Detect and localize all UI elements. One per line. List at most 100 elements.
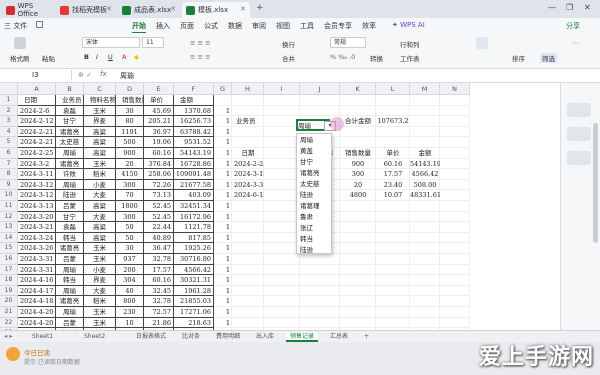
row-header[interactable]: 7 bbox=[0, 158, 18, 170]
helper-cell[interactable]: 1 bbox=[214, 265, 232, 276]
sheet-tab[interactable]: 比对条 bbox=[178, 332, 204, 342]
lookup-label[interactable]: 业务员 bbox=[232, 116, 264, 127]
table-cell[interactable]: 40.89 bbox=[144, 232, 174, 244]
column-header-c[interactable]: C bbox=[84, 83, 116, 95]
table-cell[interactable]: 2024-3-31 bbox=[18, 264, 56, 276]
side-table-cell[interactable]: 54143.19 bbox=[410, 159, 440, 170]
side-table-cell[interactable]: 17.57 bbox=[376, 169, 410, 180]
table-cell[interactable]: 9531.52 bbox=[174, 137, 214, 148]
table-cell[interactable]: 21677.58 bbox=[174, 179, 214, 191]
close-window-button[interactable]: ✕ bbox=[584, 3, 591, 12]
row-header[interactable]: 17 bbox=[0, 264, 18, 276]
table-cell[interactable]: 4566.42 bbox=[174, 264, 214, 276]
empty-cell[interactable] bbox=[264, 116, 300, 127]
empty-cell[interactable] bbox=[232, 254, 264, 265]
more-options-icon[interactable]: ⋯ bbox=[572, 39, 579, 47]
row-header[interactable]: 14 bbox=[0, 232, 18, 244]
spreadsheet-grid[interactable]: ABCDEFGHIJKLMN 1 2 3 4 5 6 7 8 9 10 11 12 13 14 15 16 17… bbox=[0, 83, 560, 338]
table-cell[interactable]: 韩当 bbox=[56, 232, 84, 244]
empty-cell[interactable] bbox=[300, 105, 340, 117]
menu-insert[interactable]: 插入 bbox=[156, 21, 170, 31]
table-cell[interactable]: 63788.42 bbox=[174, 126, 214, 138]
helper-cell[interactable]: 1 bbox=[214, 190, 232, 201]
table-cell[interactable]: 60.16 bbox=[144, 275, 174, 286]
paste-icon[interactable] bbox=[14, 37, 26, 49]
empty-cell[interactable] bbox=[264, 169, 300, 180]
empty-cell[interactable] bbox=[376, 232, 410, 244]
number-format-select[interactable]: 常规 bbox=[330, 37, 366, 48]
empty-cell[interactable] bbox=[376, 201, 410, 212]
empty-cell[interactable] bbox=[232, 95, 264, 106]
formula-icons[interactable]: ⊕ ✓ bbox=[78, 71, 92, 79]
table-cell[interactable]: 300 bbox=[116, 179, 144, 191]
empty-cell[interactable] bbox=[376, 275, 410, 286]
table-cell[interactable]: 吕蒙 bbox=[56, 254, 84, 265]
column-header-i[interactable]: I bbox=[264, 83, 300, 95]
empty-cell[interactable] bbox=[410, 285, 440, 297]
empty-cell[interactable] bbox=[264, 158, 300, 170]
sum-icon[interactable] bbox=[476, 37, 488, 49]
align-icons-row2[interactable]: ≡ ≡ ≡ bbox=[190, 53, 210, 61]
row-header[interactable]: 6 bbox=[0, 148, 18, 159]
empty-cell[interactable] bbox=[232, 222, 264, 233]
helper-cell[interactable]: 1 bbox=[214, 201, 232, 212]
empty-cell[interactable] bbox=[440, 169, 470, 180]
tab-finished-sheet[interactable]: 成品表.xlsx ✕ bbox=[118, 2, 180, 18]
vertical-scrollbar[interactable] bbox=[593, 123, 598, 243]
table-cell[interactable]: 高粱 bbox=[84, 126, 116, 138]
row-header[interactable]: 15 bbox=[0, 243, 18, 254]
empty-cell[interactable] bbox=[410, 95, 440, 106]
table-cell[interactable]: 2024-4-18 bbox=[18, 296, 56, 307]
table-cell[interactable]: 太史慈 bbox=[56, 137, 84, 148]
bold-button[interactable]: B bbox=[84, 53, 89, 61]
table-cell[interactable]: 403.09 bbox=[174, 190, 214, 201]
empty-cell[interactable] bbox=[440, 95, 470, 106]
table-cell[interactable]: 诸葛亮 bbox=[56, 158, 84, 170]
column-header-l[interactable]: L bbox=[376, 83, 410, 95]
table-cell[interactable]: 2024-2-21 bbox=[18, 137, 56, 148]
helper-cell[interactable]: 1 bbox=[214, 116, 232, 127]
empty-cell[interactable] bbox=[264, 275, 300, 286]
empty-cell[interactable] bbox=[264, 307, 300, 318]
empty-cell[interactable] bbox=[232, 243, 264, 254]
table-cell[interactable]: 218.63 bbox=[174, 317, 214, 329]
table-cell[interactable]: 高粱 bbox=[84, 137, 116, 148]
dropdown-option[interactable]: 陆逊 bbox=[297, 244, 331, 256]
close-icon[interactable]: ✕ bbox=[170, 5, 176, 13]
menu-page[interactable]: 页面 bbox=[180, 21, 194, 31]
empty-cell[interactable] bbox=[264, 317, 300, 329]
empty-cell[interactable] bbox=[440, 148, 470, 159]
side-table-cell[interactable]: 20 bbox=[340, 180, 376, 191]
table-cell[interactable]: 高粱 bbox=[84, 232, 116, 244]
empty-cell[interactable] bbox=[376, 222, 410, 233]
empty-cell[interactable] bbox=[440, 137, 470, 148]
column-header-b[interactable]: B bbox=[56, 83, 84, 95]
helper-cell[interactable]: 1 bbox=[214, 106, 232, 117]
table-cell[interactable]: 500 bbox=[116, 137, 144, 148]
table-cell[interactable]: 32.45 bbox=[144, 285, 174, 297]
sheet-tab[interactable]: 日报表格式 bbox=[132, 332, 170, 342]
table-cell[interactable]: 258.06 bbox=[144, 169, 174, 180]
side-table-header[interactable]: 日期 bbox=[232, 148, 264, 159]
side-table-header[interactable]: 销售数量 bbox=[340, 148, 376, 159]
menu-data[interactable]: 数据 bbox=[228, 21, 242, 31]
side-table-cell[interactable]: 2024-3-31 bbox=[232, 180, 264, 191]
table-cell[interactable]: 32.78 bbox=[144, 254, 174, 265]
empty-cell[interactable] bbox=[440, 201, 470, 212]
table-cell[interactable]: 界麦 bbox=[84, 116, 116, 127]
table-cell[interactable]: 2024-3-11 bbox=[18, 169, 56, 180]
share-button[interactable]: 分享 bbox=[566, 21, 580, 31]
table-header-cell[interactable]: 日期 bbox=[18, 95, 56, 106]
empty-cell[interactable] bbox=[410, 275, 440, 286]
table-cell[interactable]: 2024-2-25 bbox=[18, 148, 56, 159]
empty-cell[interactable] bbox=[376, 296, 410, 307]
table-cell[interactable]: 2024-3-12 bbox=[18, 190, 56, 201]
empty-cell[interactable] bbox=[410, 243, 440, 254]
table-cell[interactable]: 10 bbox=[116, 317, 144, 329]
empty-cell[interactable] bbox=[440, 222, 470, 233]
table-cell[interactable]: 玉米 bbox=[84, 254, 116, 265]
empty-cell[interactable] bbox=[440, 264, 470, 276]
empty-cell[interactable] bbox=[232, 232, 264, 244]
table-cell[interactable]: 52.45 bbox=[144, 201, 174, 212]
helper-cell[interactable]: 1 bbox=[214, 243, 232, 254]
